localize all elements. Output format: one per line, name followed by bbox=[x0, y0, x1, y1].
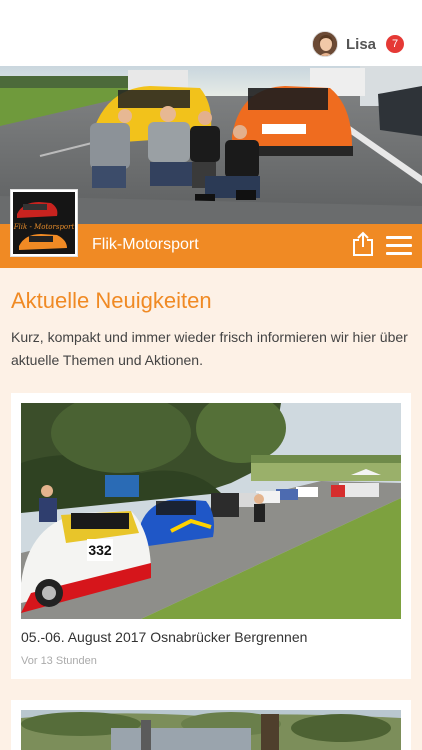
hamburger-menu-icon[interactable] bbox=[386, 236, 412, 256]
brand-name: Flik-Motorsport bbox=[92, 236, 199, 253]
user-profile[interactable]: Lisa 7 bbox=[311, 30, 404, 58]
top-bar: Lisa 7 bbox=[0, 0, 422, 66]
menu-line bbox=[386, 236, 412, 239]
news-section: Aktuelle Neuigkeiten Kurz, kompakt und i… bbox=[0, 268, 422, 750]
news-card[interactable] bbox=[11, 700, 411, 750]
news-card-image[interactable]: 332 bbox=[21, 403, 401, 619]
section-intro: Kurz, kompakt und immer wieder frisch in… bbox=[11, 329, 408, 368]
section-title: Aktuelle Neuigkeiten bbox=[11, 288, 212, 313]
news-card-timestamp: Vor 13 Stunden bbox=[21, 655, 97, 667]
news-card-image[interactable] bbox=[21, 710, 401, 750]
notification-badge[interactable]: 7 bbox=[386, 35, 404, 53]
brand-logo[interactable]: Flik - Motorsport bbox=[10, 189, 78, 257]
share-icon[interactable] bbox=[352, 231, 374, 257]
user-name[interactable]: Lisa bbox=[346, 36, 376, 53]
logo-text: Flik - Motorsport bbox=[13, 223, 74, 231]
news-card[interactable]: 332 05.-06. August 2017 Osnabrücker Berg… bbox=[11, 393, 411, 679]
car-number: 332 bbox=[88, 542, 112, 558]
menu-line bbox=[386, 252, 412, 255]
news-card-title[interactable]: 05.-06. August 2017 Osnabrücker Bergrenn… bbox=[21, 629, 307, 645]
logo-image: Flik - Motorsport bbox=[13, 192, 75, 254]
user-avatar[interactable] bbox=[311, 31, 338, 57]
menu-line bbox=[386, 244, 412, 247]
